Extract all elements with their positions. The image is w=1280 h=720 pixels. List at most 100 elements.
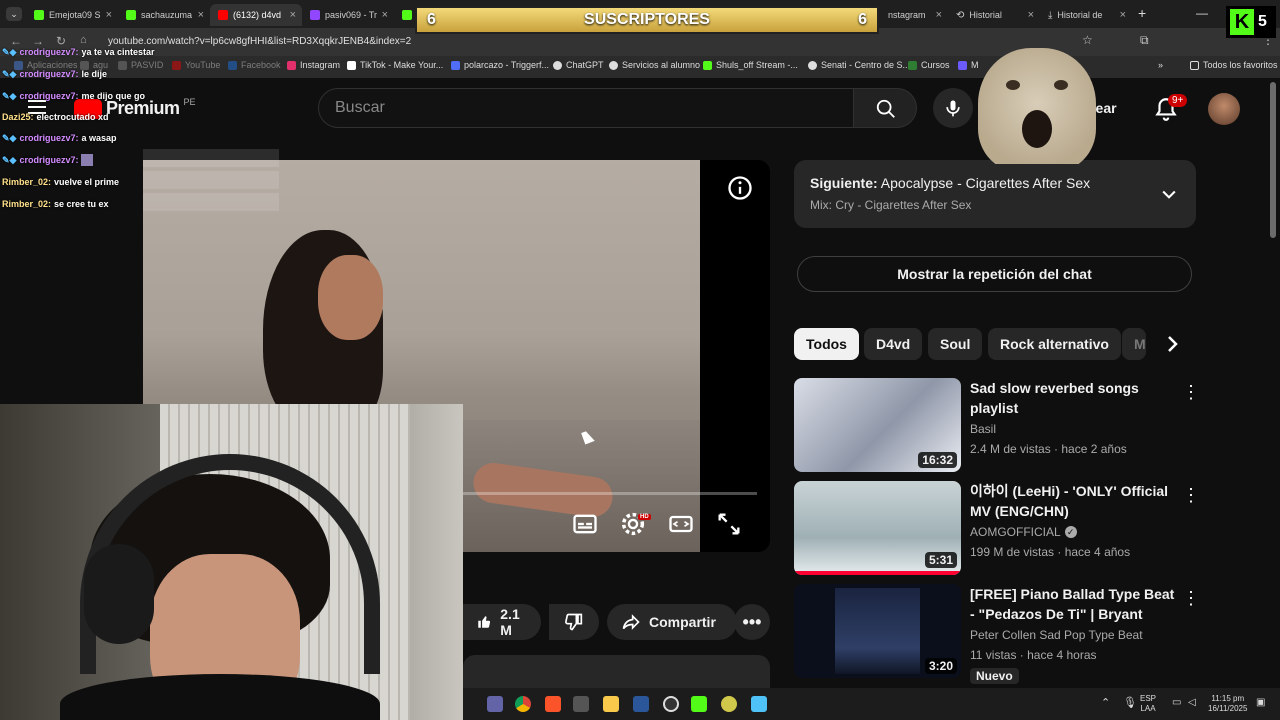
more-vert-icon[interactable]: ⋮	[1182, 588, 1200, 609]
video-person-face	[318, 255, 383, 340]
theater-mode-icon[interactable]	[667, 510, 695, 538]
chat-user: crodriguezv7:	[19, 91, 79, 101]
like-button[interactable]: 2.1 M	[463, 604, 541, 640]
video-title[interactable]: Sad slow reverbed songs playlist	[970, 378, 1175, 418]
voice-search-button[interactable]	[933, 88, 973, 128]
mic-tray-icon[interactable]: 🎙	[1123, 696, 1137, 709]
word-icon[interactable]	[633, 696, 649, 712]
video-duration: 16:32	[918, 452, 957, 468]
progress-bar-remainder[interactable]	[700, 492, 757, 495]
more-bookmarks-icon[interactable]: »	[1158, 60, 1163, 70]
subs-current: 6	[427, 11, 436, 28]
chevron-down-icon[interactable]	[1159, 184, 1179, 204]
chip-alt-rock[interactable]: Rock alternativo	[988, 328, 1121, 360]
chip-more[interactable]: M	[1122, 328, 1146, 360]
bookmark-label: Servicios al alumno	[622, 60, 701, 70]
browser-tab[interactable]: ⟲ Historial ×	[948, 4, 1040, 26]
bookmark-item[interactable]: ChatGPT	[553, 60, 604, 70]
bookmark-item[interactable]: TikTok - Make Your...	[347, 60, 443, 70]
more-actions-button[interactable]: •••	[734, 604, 770, 640]
bookmark-item[interactable]: Instagram	[287, 60, 340, 70]
notepad-icon[interactable]	[751, 696, 767, 712]
chat-text: se cree tu ex	[54, 199, 109, 209]
browser-tab[interactable]: nstagram ×	[880, 4, 948, 26]
recommendation-item[interactable]: 5:31 이하이 (LeeHi) - 'ONLY' Official MV (E…	[794, 481, 1200, 577]
subs-label: SUSCRIPTORES	[584, 11, 710, 28]
network-icon[interactable]: ▭	[1172, 697, 1181, 708]
video-title[interactable]: [FREE] Piano Ballad Type Beat - "Pedazos…	[970, 584, 1175, 624]
volume-icon[interactable]: ◁	[1188, 697, 1196, 708]
video-thumbnail[interactable]: 5:31	[794, 481, 961, 575]
video-thumbnail[interactable]: 3:20	[794, 584, 961, 678]
browser-tab[interactable]: ⤓ Historial de ×	[1040, 4, 1132, 26]
brave-icon[interactable]	[545, 696, 561, 712]
avatar[interactable]	[1208, 93, 1240, 125]
dislike-button[interactable]	[549, 604, 599, 640]
bookmark-label: Cursos	[921, 60, 950, 70]
chip-soul[interactable]: Soul	[928, 328, 983, 360]
close-icon[interactable]: ×	[936, 9, 942, 21]
close-icon[interactable]: ×	[290, 9, 296, 21]
channel-name[interactable]: Basil	[970, 422, 996, 436]
close-icon[interactable]: ×	[106, 9, 112, 21]
search-input[interactable]: Buscar	[318, 88, 854, 128]
progress-bar[interactable]	[463, 492, 700, 495]
notification-icon[interactable]: ▣	[1256, 697, 1265, 708]
chrome-icon[interactable]	[515, 696, 531, 712]
fullscreen-icon[interactable]	[715, 510, 743, 538]
minimize-icon[interactable]: —	[1196, 6, 1208, 20]
kick-app-icon[interactable]	[691, 696, 707, 712]
browser-tab[interactable]: pasiv069 - Tr ×	[302, 4, 394, 26]
channel-name[interactable]: Peter Collen Sad Pop Type Beat	[970, 628, 1143, 642]
file-explorer-icon[interactable]	[603, 696, 619, 712]
close-icon[interactable]: ×	[198, 9, 204, 21]
browser-tab[interactable]	[394, 4, 414, 26]
browser-tab[interactable]: sachauzuma ×	[118, 4, 210, 26]
more-vert-icon[interactable]: ⋮	[1182, 382, 1200, 403]
bookmark-item[interactable]: Shuls_off Stream -...	[703, 60, 798, 70]
close-icon[interactable]: ×	[1120, 9, 1126, 21]
chevron-right-icon[interactable]	[1160, 332, 1184, 356]
teams-icon[interactable]	[487, 696, 503, 712]
chat-message: ✎◆ crodriguezv7: me dijo que go	[2, 87, 145, 105]
recommendation-item[interactable]: 16:32 Sad slow reverbed songs playlist B…	[794, 378, 1200, 474]
close-icon[interactable]: ×	[382, 9, 388, 21]
tray-chevron-icon[interactable]: ⌃	[1101, 696, 1110, 709]
kick-count: 5	[1258, 13, 1267, 30]
bookmark-item[interactable]: Servicios al alumno	[609, 60, 700, 70]
video-title[interactable]: 이하이 (LeeHi) - 'ONLY' Official MV (ENG/CH…	[970, 481, 1175, 521]
more-vert-icon[interactable]: ⋮	[1182, 485, 1200, 506]
scrollbar-thumb[interactable]	[1270, 82, 1276, 238]
bookmark-item[interactable]: Cursos	[908, 60, 950, 70]
chip-d4vd[interactable]: D4vd	[864, 328, 923, 360]
new-tab-button[interactable]: +	[1138, 5, 1146, 21]
bookmark-item[interactable]: polarcazo - Triggerf...	[451, 60, 549, 70]
subtitles-icon[interactable]	[571, 510, 599, 538]
language-indicator[interactable]: ESP LAA	[1140, 694, 1156, 714]
channel-name[interactable]: AOMGOFFICIAL ✓	[970, 525, 1077, 539]
youtube-icon	[218, 10, 228, 20]
system-clock[interactable]: 11:15 pm 16/11/2025	[1208, 694, 1247, 714]
all-favorites[interactable]: Todos los favoritos	[1190, 60, 1278, 70]
tiktok-icon	[347, 60, 356, 70]
tab-search-button[interactable]: ⌄	[6, 7, 22, 21]
app-icon[interactable]	[573, 696, 589, 712]
info-icon[interactable]	[726, 174, 754, 202]
close-icon[interactable]: ×	[1028, 9, 1034, 21]
browser-tab-active[interactable]: (6132) d4vd ×	[210, 4, 302, 26]
video-thumbnail[interactable]: 16:32	[794, 378, 961, 472]
share-button[interactable]: Compartir	[607, 604, 737, 640]
extensions-icon[interactable]: ⧉	[1140, 33, 1149, 48]
bookmark-item[interactable]: Senati - Centro de S...	[808, 60, 910, 70]
browser-tab[interactable]: Emejota09 S ×	[26, 4, 118, 26]
chat-message: Dazi25: electrocutado xd	[2, 108, 109, 126]
chip-all[interactable]: Todos	[794, 328, 859, 360]
show-chat-replay-button[interactable]: Mostrar la repetición del chat	[797, 256, 1192, 292]
more-dots-icon: •••	[742, 611, 762, 632]
obs-icon[interactable]	[663, 696, 679, 712]
recommendation-item[interactable]: 3:20 [FREE] Piano Ballad Type Beat - "Pe…	[794, 584, 1200, 684]
chat-text: a wasap	[81, 133, 117, 143]
search-button[interactable]	[853, 88, 917, 128]
up-next-panel[interactable]: Siguiente: Apocalypse - Cigarettes After…	[794, 160, 1196, 228]
app-icon[interactable]	[721, 696, 737, 712]
